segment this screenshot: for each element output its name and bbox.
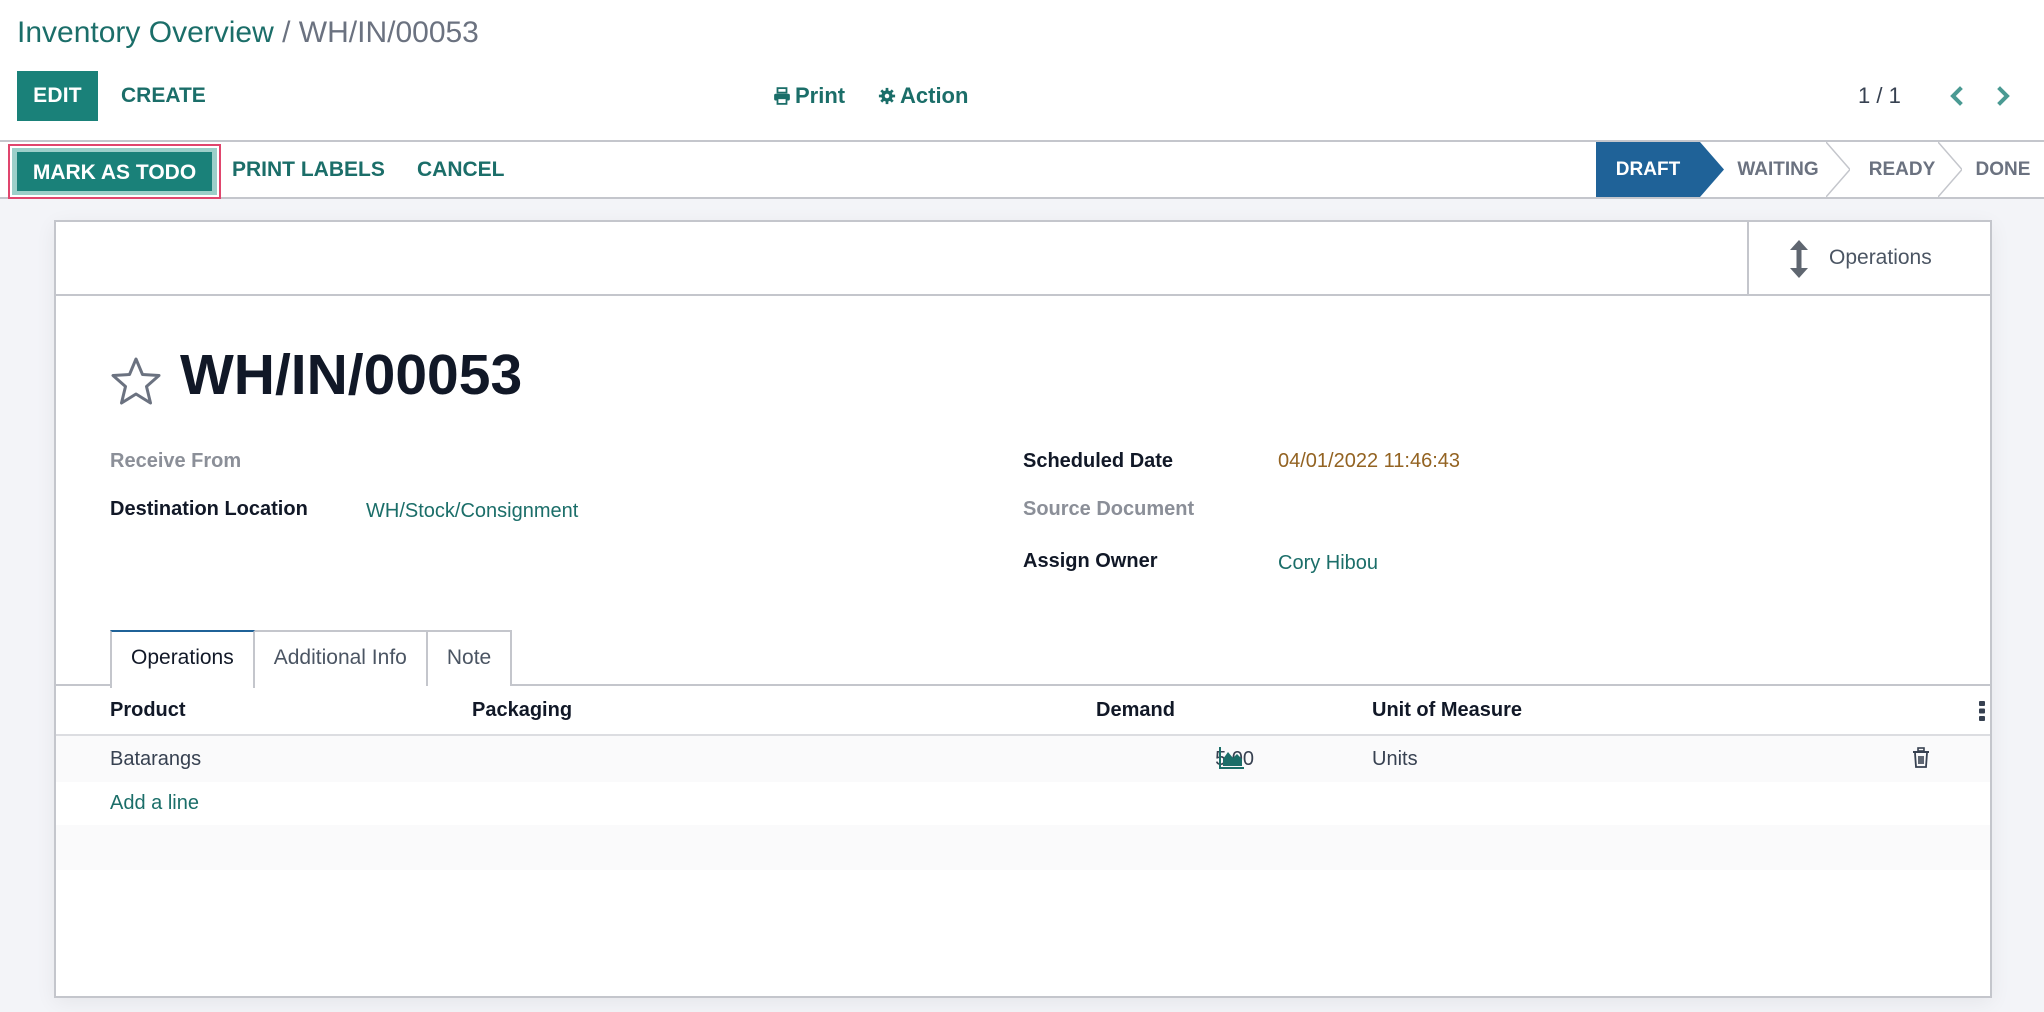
scheduled-date-label: Scheduled Date	[1023, 450, 1174, 472]
arrows-vertical-icon	[1790, 240, 1808, 278]
breadcrumb: Inventory Overview / WH/IN/00053	[17, 14, 479, 52]
assign-owner-field[interactable]: Cory Hibou	[1278, 552, 1378, 575]
create-button[interactable]: CREATE	[121, 71, 206, 121]
action-dropdown[interactable]: Action	[878, 76, 968, 116]
empty-table-row	[56, 825, 1990, 870]
scheduled-date-field[interactable]: 04/01/2022 11:46:43	[1278, 450, 1460, 473]
pager-value: 1 / 1	[1858, 83, 1901, 108]
button-box: Operations	[56, 222, 1990, 296]
column-header-product[interactable]: Product	[110, 686, 186, 734]
chevron-right-icon[interactable]	[1989, 82, 2017, 110]
column-header-demand[interactable]: Demand	[1096, 686, 1175, 734]
destination-location-label: Destination Location	[110, 498, 308, 520]
form-sheet: Operations WH/IN/00053 Receive From Dest…	[54, 220, 1992, 998]
stage-draft[interactable]: DRAFT	[1596, 142, 1724, 197]
chevron-left-icon[interactable]	[1943, 82, 1971, 110]
stage-label: READY	[1868, 159, 1936, 180]
edit-button[interactable]: EDIT	[17, 71, 98, 121]
stage-ready[interactable]: READY	[1838, 142, 1962, 197]
record-title: WH/IN/00053	[180, 343, 523, 407]
add-line-row: Add a line	[56, 782, 1990, 825]
optional-columns-icon[interactable]	[1978, 700, 1986, 722]
smart-button-label: Operations	[1829, 246, 1932, 269]
cancel-button[interactable]: CANCEL	[417, 142, 505, 197]
operations-smart-button[interactable]: Operations	[1747, 222, 1990, 294]
printer-icon	[774, 87, 790, 105]
control-panel: Inventory Overview / WH/IN/00053 EDIT CR…	[0, 0, 2044, 140]
stage-pipeline: DRAFT WAITING READY DONE	[1596, 142, 2044, 197]
receive-from-field[interactable]	[366, 450, 866, 476]
source-document-field[interactable]	[1278, 498, 1778, 524]
gear-icon	[878, 87, 896, 105]
breadcrumb-current: WH/IN/00053	[298, 16, 479, 49]
stage-arrow-icon	[1700, 142, 1724, 197]
table-row[interactable]: Batarangs 5.00 Units	[56, 736, 1990, 782]
print-dropdown[interactable]: Print	[773, 76, 845, 116]
print-label: Print	[795, 83, 846, 108]
column-header-packaging[interactable]: Packaging	[472, 686, 572, 734]
destination-location-field[interactable]: WH/Stock/Consignment	[366, 500, 578, 523]
notebook-tabs: Operations Additional Info Note	[110, 630, 513, 688]
breadcrumb-separator: /	[282, 16, 291, 49]
table-header: Product Packaging Demand Unit of Measure	[56, 686, 1990, 736]
tab-operations[interactable]: Operations	[110, 630, 255, 688]
stage-label: DRAFT	[1615, 159, 1681, 180]
breadcrumb-parent-link[interactable]: Inventory Overview	[17, 16, 274, 49]
forecast-chart-icon[interactable]	[1219, 747, 1245, 769]
mark-as-todo-button[interactable]: MARK AS TODO	[17, 152, 212, 191]
cell-product[interactable]: Batarangs	[110, 736, 201, 782]
source-document-label: Source Document	[1023, 498, 1195, 520]
star-icon[interactable]	[110, 356, 162, 406]
cell-unit-of-measure[interactable]: Units	[1372, 736, 1418, 782]
tab-additional-info[interactable]: Additional Info	[252, 630, 428, 686]
tab-note[interactable]: Note	[425, 630, 513, 686]
stage-label: WAITING	[1737, 159, 1819, 180]
action-label: Action	[900, 83, 969, 108]
add-a-line-link[interactable]: Add a line	[110, 782, 199, 825]
stage-label: DONE	[1975, 159, 2031, 180]
receive-from-label: Receive From	[110, 450, 242, 472]
print-labels-button[interactable]: PRINT LABELS	[232, 142, 385, 197]
trash-icon[interactable]	[1912, 747, 1930, 769]
operations-table: Product Packaging Demand Unit of Measure…	[56, 686, 1990, 870]
mark-as-todo-highlight: MARK AS TODO	[8, 144, 221, 199]
stage-done[interactable]: DONE	[1950, 142, 2044, 197]
column-header-unit-of-measure[interactable]: Unit of Measure	[1372, 686, 1522, 734]
assign-owner-label: Assign Owner	[1023, 550, 1158, 572]
statusbar: MARK AS TODO PRINT LABELS CANCEL DRAFT W…	[0, 140, 2044, 199]
